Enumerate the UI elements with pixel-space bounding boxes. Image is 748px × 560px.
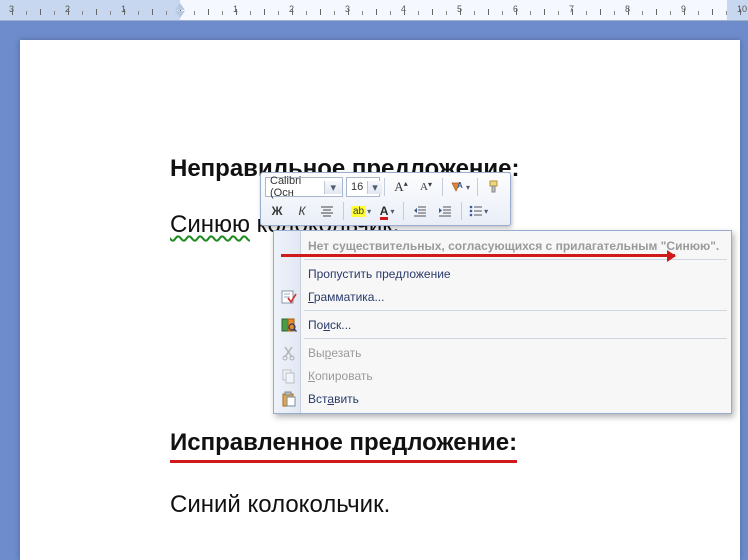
font-size-value: 16 [347, 181, 367, 193]
first-line-indent-marker[interactable] [175, 3, 185, 10]
context-menu-cut: Вырезать [276, 341, 729, 364]
shrink-font-button[interactable]: A▾ [414, 177, 438, 197]
annotation-underline [281, 254, 675, 257]
sentence-corrected: Синий колокольчик. [170, 491, 740, 519]
font-size-dropdown-icon[interactable]: ▾ [367, 181, 382, 194]
context-menu: Нет существительных, согласующихся с при… [273, 230, 732, 414]
styles-button[interactable]: A ▾ [447, 177, 473, 197]
context-menu-paste[interactable]: Вставить [276, 387, 729, 410]
bold-button[interactable]: Ж [265, 201, 289, 221]
grow-font-button[interactable]: A▴ [389, 177, 413, 197]
context-menu-skip[interactable]: Пропустить предложение [276, 262, 729, 285]
context-menu-lookup[interactable]: Поиск... [276, 313, 729, 336]
heading-corrected: Исправленное предложение: [170, 429, 740, 463]
font-name-value: Calibri (Осн [266, 175, 324, 199]
font-color-button[interactable]: A ▾ [375, 201, 399, 221]
copy-icon [280, 367, 298, 384]
annotation-arrow-icon [667, 250, 676, 262]
svg-text:A: A [457, 181, 463, 190]
font-size-combo[interactable]: 16 ▾ [346, 177, 380, 197]
align-center-button[interactable] [315, 201, 339, 221]
context-menu-copy: Копировать [276, 364, 729, 387]
decrease-indent-button[interactable] [408, 201, 432, 221]
horizontal-ruler[interactable]: 32112345678910 [0, 0, 748, 21]
mini-toolbar: Calibri (Осн ▾ 16 ▾ A▴ A▾ A ▾ Ж К ab ▾ [260, 172, 511, 226]
cut-icon [280, 344, 298, 361]
paste-icon [280, 390, 298, 407]
grammar-error-word[interactable]: Синюю [170, 211, 250, 238]
increase-indent-button[interactable] [433, 201, 457, 221]
grammar-icon [280, 288, 298, 305]
italic-button[interactable]: К [290, 201, 314, 221]
lookup-icon [280, 316, 298, 333]
font-name-combo[interactable]: Calibri (Осн ▾ [265, 177, 343, 197]
context-menu-grammar[interactable]: Грамматика... [276, 285, 729, 308]
hanging-indent-marker[interactable] [175, 11, 185, 18]
font-name-dropdown-icon[interactable]: ▾ [324, 181, 342, 194]
highlight-button[interactable]: ab ▾ [348, 201, 374, 221]
format-painter-button[interactable] [482, 177, 506, 197]
bullets-button[interactable]: ▾ [466, 201, 491, 221]
